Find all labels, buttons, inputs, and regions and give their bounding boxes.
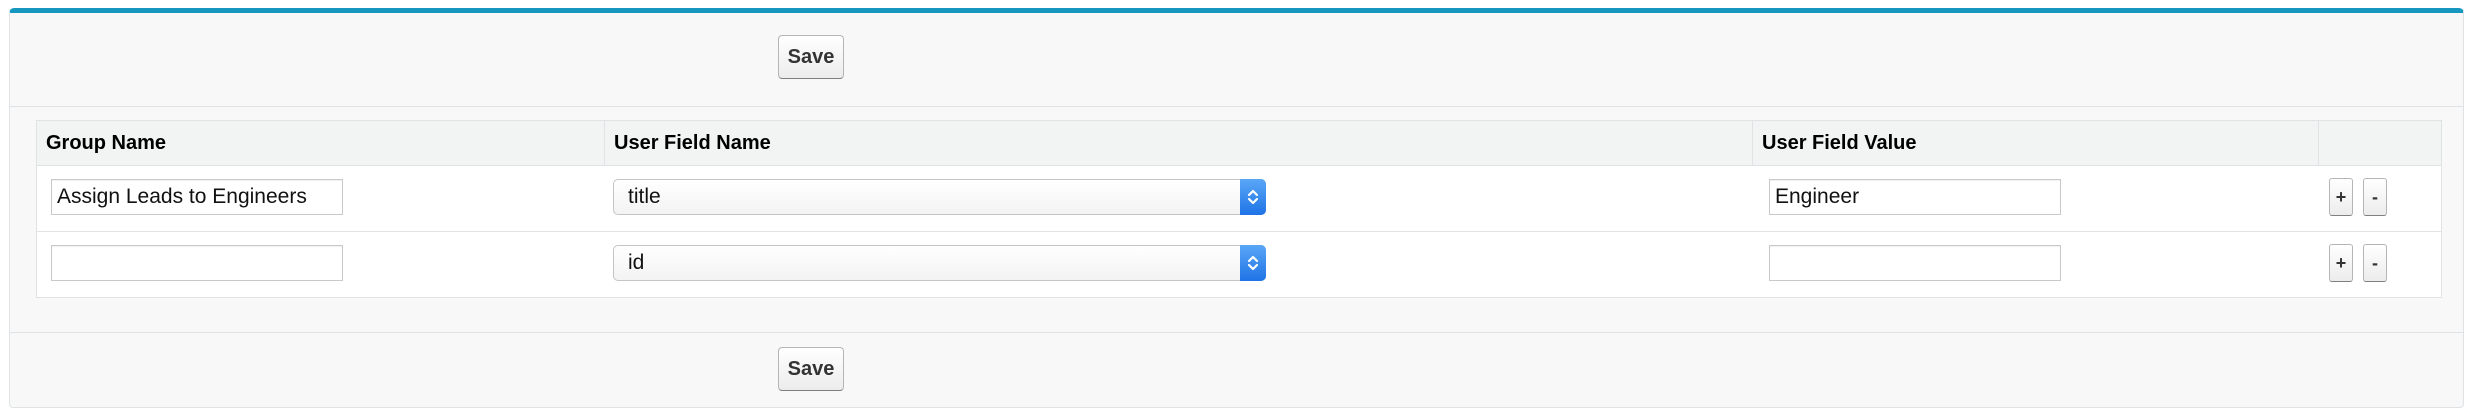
column-header-user-field-name: User Field Name <box>614 132 771 154</box>
page-block: Save Group Name User Field Name User Fie… <box>9 8 2464 408</box>
column-divider <box>1752 121 1753 166</box>
group-name-input[interactable] <box>51 179 343 215</box>
remove-row-button[interactable]: - <box>2363 178 2387 216</box>
user-field-name-selected-value: id <box>628 251 645 274</box>
column-divider <box>2318 121 2319 166</box>
table-row: title + - <box>37 166 2441 232</box>
column-header-group-name: Group Name <box>46 132 167 154</box>
user-field-name-select[interactable]: id <box>613 245 1266 281</box>
bottom-button-bar: Save <box>10 332 2463 407</box>
user-field-name-select[interactable]: title <box>613 179 1266 215</box>
group-name-input[interactable] <box>51 245 343 281</box>
add-row-button[interactable]: + <box>2329 178 2353 216</box>
up-down-chevron-icon <box>1240 245 1266 281</box>
user-field-value-input[interactable] <box>1769 179 2061 215</box>
remove-row-button[interactable]: - <box>2363 244 2387 282</box>
column-divider <box>604 121 605 166</box>
table-row: id + - <box>37 232 2441 298</box>
column-header-user-field-value: User Field Value <box>1762 132 1917 154</box>
save-button-bottom[interactable]: Save <box>778 347 844 391</box>
add-row-button[interactable]: + <box>2329 244 2353 282</box>
up-down-chevron-icon <box>1240 179 1266 215</box>
user-field-name-selected-value: title <box>628 185 661 208</box>
user-field-value-input[interactable] <box>1769 245 2061 281</box>
group-mapping-table: Group Name User Field Name User Field Va… <box>36 120 2442 298</box>
top-button-bar: Save <box>10 13 2463 107</box>
table-header: Group Name User Field Name User Field Va… <box>37 121 2441 166</box>
save-button-top[interactable]: Save <box>778 35 844 79</box>
